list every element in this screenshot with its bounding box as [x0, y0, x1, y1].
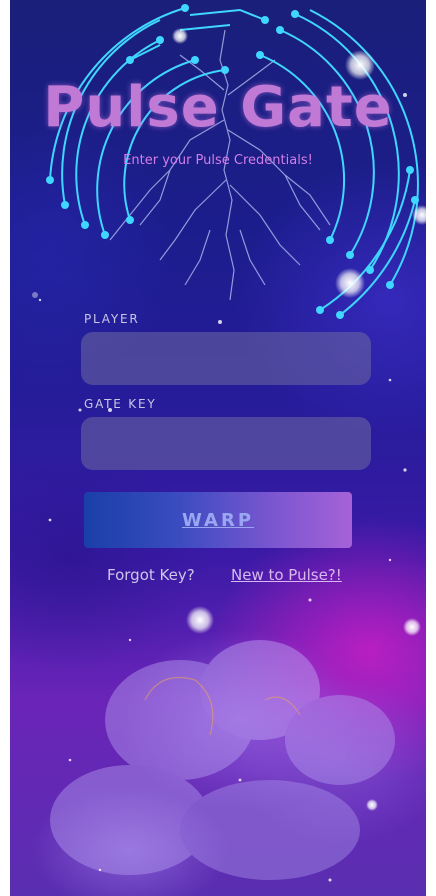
login-screen: Pulse Gate Enter your Pulse Credentials!…	[10, 0, 426, 896]
app-title: Pulse Gate	[43, 75, 393, 140]
signup-link[interactable]: New to Pulse?!	[231, 566, 342, 584]
player-input[interactable]	[81, 332, 371, 385]
warp-button[interactable]: WARP	[84, 492, 352, 548]
app-subtitle: Enter your Pulse Credentials!	[123, 153, 313, 168]
forgot-key-link[interactable]: Forgot Key?	[107, 566, 195, 584]
gate-key-input[interactable]	[81, 417, 371, 470]
gate-key-label: GATE KEY	[84, 397, 157, 411]
player-label: PLAYER	[84, 312, 140, 326]
